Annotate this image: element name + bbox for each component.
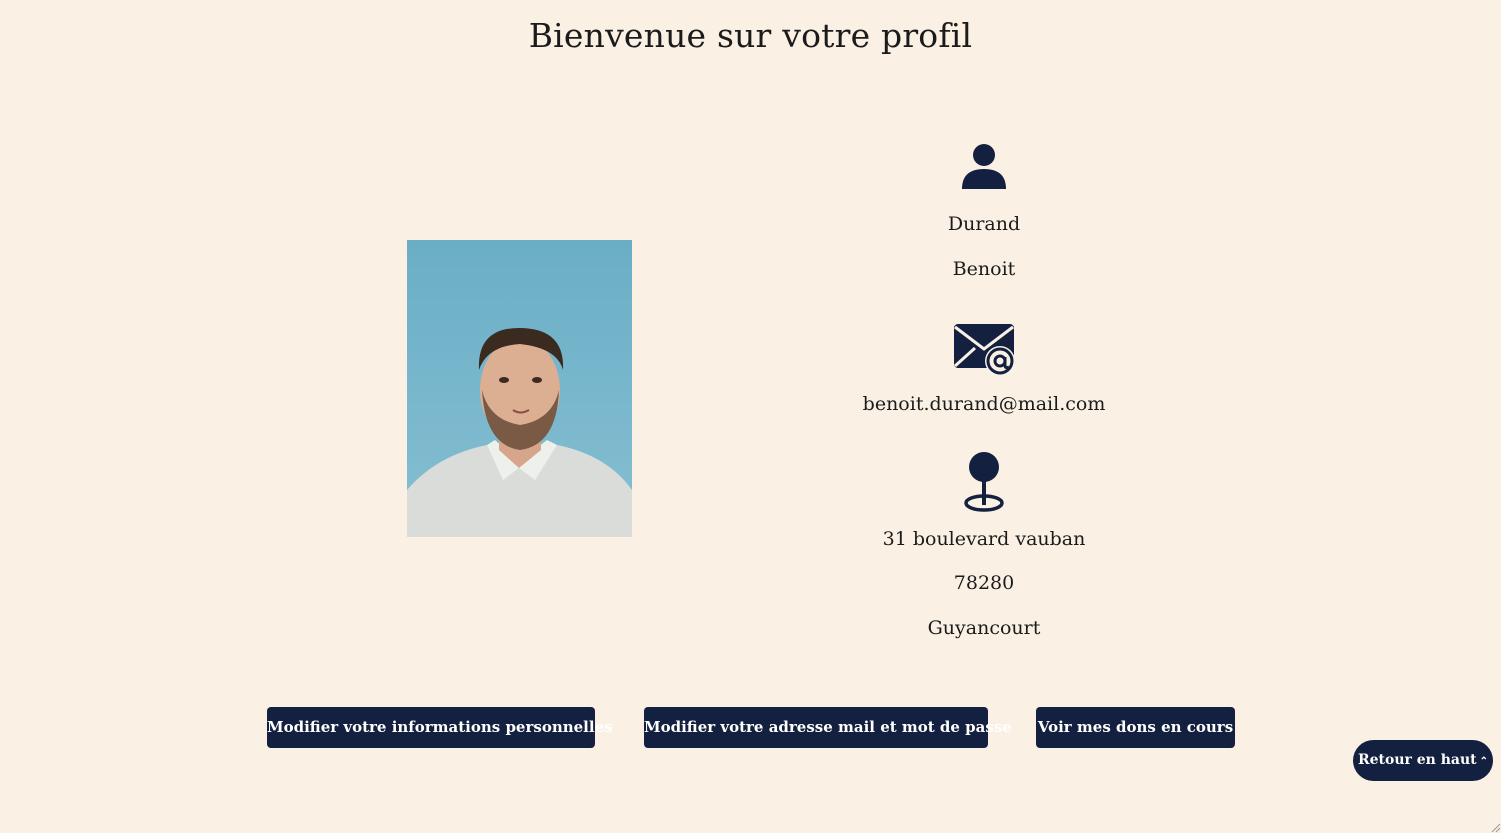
- city-text: Guyancourt: [927, 617, 1041, 639]
- edit-email-password-button[interactable]: Modifier votre adresse mail et mot de pa…: [644, 707, 1012, 748]
- view-donations-button[interactable]: Voir mes dons en cours: [1036, 707, 1235, 748]
- back-to-top-label: Retour en haut: [1357, 752, 1477, 768]
- back-to-top-button[interactable]: Retour en haut ⌃: [1353, 740, 1493, 781]
- chevron-up-icon: ⌃: [1479, 756, 1489, 767]
- email-at-icon: [953, 324, 1015, 376]
- first-name-text: Benoit: [952, 258, 1016, 280]
- email-text: benoit.durand@mail.com: [862, 393, 1106, 415]
- postal-code-text: 78280: [953, 572, 1015, 594]
- user-icon: [962, 144, 1006, 189]
- page-title: Bienvenue sur votre profil: [528, 16, 973, 55]
- profile-photo: [407, 240, 632, 537]
- map-pin-icon: [964, 452, 1004, 512]
- edit-personal-info-button[interactable]: Modifier votre informations personnelles: [267, 707, 613, 748]
- address-street-text: 31 boulevard vauban: [882, 528, 1086, 550]
- last-name-text: Durand: [947, 213, 1021, 235]
- resize-grip-icon[interactable]: [1489, 821, 1501, 833]
